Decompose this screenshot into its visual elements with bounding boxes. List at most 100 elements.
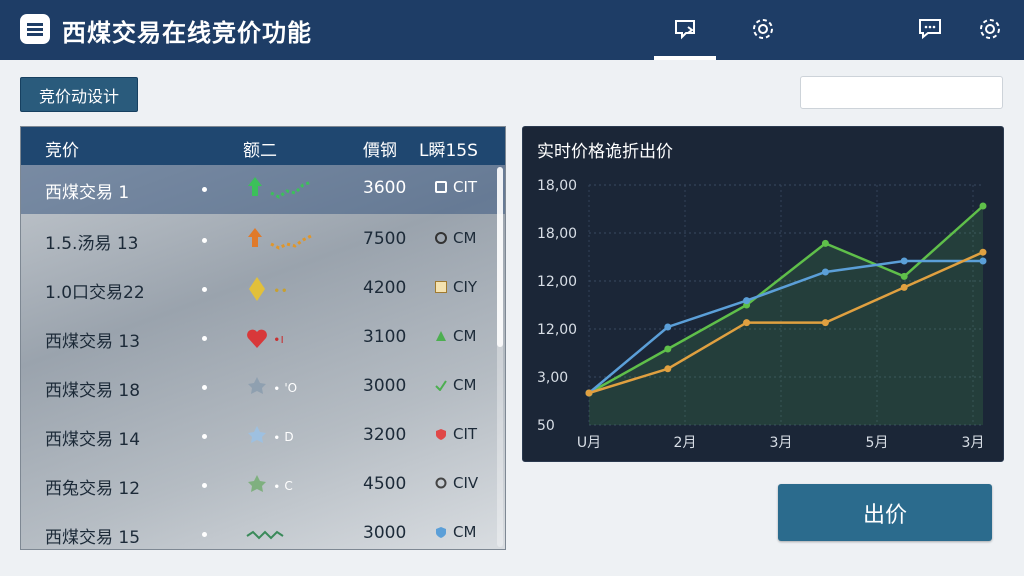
y-tick-label: 18,00 [537, 178, 577, 194]
row-dot [202, 483, 207, 488]
column-header-status[interactable]: L瞬15S [419, 136, 478, 161]
row-status-text: CIV [453, 474, 479, 492]
bid-tab-icon[interactable] [672, 15, 700, 43]
table-row[interactable]: 西煤交易 13 ∙ı 3100 CM [21, 314, 505, 363]
row-status: CM [435, 229, 476, 247]
row-status: CIV [435, 474, 478, 492]
row-value: 4500 [363, 474, 407, 494]
row-status: CM [435, 376, 476, 394]
box-icon [435, 281, 447, 293]
data-point [743, 297, 751, 305]
row-name: 西兔交易 12 [45, 479, 141, 499]
series-area [589, 206, 983, 425]
data-point [821, 268, 829, 276]
row-value: 3100 [363, 327, 407, 347]
row-value: 3000 [363, 523, 407, 543]
row-name: 1.5.汤易 13 [45, 234, 139, 254]
row-value: 3600 [363, 178, 407, 198]
circle-icon [435, 477, 447, 489]
row-status: CIT [435, 425, 477, 443]
table-row[interactable]: 西煤交易 1 3600 CIT [21, 165, 505, 214]
row-value: 3000 [363, 376, 407, 396]
row-value: 3200 [363, 425, 407, 445]
row-status-text: CM [453, 327, 477, 345]
scrollbar-thumb[interactable] [497, 167, 503, 347]
app-title: 西煤交易在线竞价功能 [62, 19, 312, 47]
row-status: CM [435, 327, 476, 345]
top-bar: 西煤交易在线竞价功能 [0, 0, 1024, 60]
table-row[interactable]: 西煤交易 15 3000 CM [21, 510, 505, 549]
filter-button[interactable]: 竞价动设计 [20, 77, 138, 112]
star-icon: ∙ 'O [248, 377, 297, 395]
x-tick-label: 3月 [770, 435, 793, 451]
data-point [979, 257, 987, 265]
data-point [664, 345, 672, 353]
trend-up-icon [248, 177, 312, 199]
row-name: 西煤交易 14 [45, 430, 141, 450]
table-scrollbar[interactable] [497, 167, 503, 547]
y-tick-label: 3,00 [537, 370, 568, 386]
table-row[interactable]: 西兔交易 12 ∙ C 4500 CIV [21, 461, 505, 510]
triangle-icon [436, 331, 446, 341]
price-chart: 实时价格诡折出价 50 3,00 12,00 12,00 18,00 18,00 U月 2月 3… [522, 126, 1004, 462]
row-status: CIT [435, 178, 477, 196]
table-row[interactable]: 西煤交易 14 ∙ D 3200 CIT [21, 412, 505, 461]
row-dot [202, 385, 207, 390]
data-point [900, 272, 908, 280]
row-dot [202, 434, 207, 439]
star-blue-icon: ∙ D [248, 426, 294, 444]
gear-icon[interactable] [976, 15, 1004, 43]
row-value: 4200 [363, 278, 407, 298]
y-tick-label: 12,00 [537, 322, 577, 338]
table-row[interactable]: 西煤交易 18 ∙ 'O 3000 CM [21, 363, 505, 412]
shield-blue-icon [436, 527, 446, 538]
row-name: 西煤交易 1 [45, 183, 130, 203]
row-dot [202, 238, 207, 243]
svg-text:∙ C: ∙ C [273, 479, 293, 493]
row-status-text: CM [453, 523, 477, 541]
x-tick-label: U月 [577, 435, 601, 451]
row-value: 7500 [363, 229, 407, 249]
data-point [900, 283, 908, 291]
row-name: 西煤交易 13 [45, 332, 141, 352]
row-name: 西煤交易 18 [45, 381, 141, 401]
y-tick-label: 18,00 [537, 226, 577, 242]
chat-icon[interactable] [916, 15, 944, 43]
svg-text:∙ D: ∙ D [273, 430, 294, 444]
x-tick-label: 3月 [962, 435, 985, 451]
table-row[interactable]: 1.5.汤易 13 7500 CM [21, 216, 505, 265]
data-point [743, 319, 751, 327]
square-icon [435, 181, 447, 193]
auction-table: 竞价 额二 價钢 L瞬15S 西煤交易 1 3600 CIT 1.5.汤易 13… [20, 126, 506, 550]
y-tick-label: 50 [537, 418, 555, 434]
x-tick-label: 2月 [674, 435, 697, 451]
data-point [585, 389, 593, 397]
column-header-price[interactable]: 價钢 [363, 136, 397, 161]
info-icon [435, 232, 447, 244]
row-name: 西煤交易 15 [45, 528, 141, 548]
data-point [979, 202, 987, 210]
heart-icon: ∙ı [247, 329, 284, 348]
row-dot [202, 532, 207, 537]
wave-icon [246, 530, 284, 540]
row-status-text: CM [453, 229, 477, 247]
data-point [664, 323, 672, 331]
row-status-text: CIT [453, 425, 478, 443]
bid-button[interactable]: 出价 [778, 484, 992, 541]
app-logo-icon [20, 14, 50, 44]
table-header: 竞价 额二 價钢 L瞬15S [21, 127, 505, 165]
trend-up-orange-icon [248, 228, 312, 250]
svg-text:∙ı: ∙ı [273, 332, 284, 346]
x-tick-label: 5月 [866, 435, 889, 451]
active-tab-indicator [654, 56, 716, 60]
column-header-2[interactable]: 额二 [243, 136, 277, 161]
settings-icon[interactable] [749, 15, 777, 43]
search-input[interactable] [800, 76, 1003, 109]
column-header-bid[interactable]: 竞价 [45, 136, 79, 161]
check-icon [435, 380, 447, 391]
row-name: 1.0口交易22 [45, 283, 145, 303]
star-green-icon: ∙ C [248, 475, 293, 493]
row-status-text: CIT [453, 178, 478, 196]
table-row[interactable]: 1.0口交易22 ∙∙ 4200 CIY [21, 265, 505, 314]
row-dot [202, 336, 207, 341]
